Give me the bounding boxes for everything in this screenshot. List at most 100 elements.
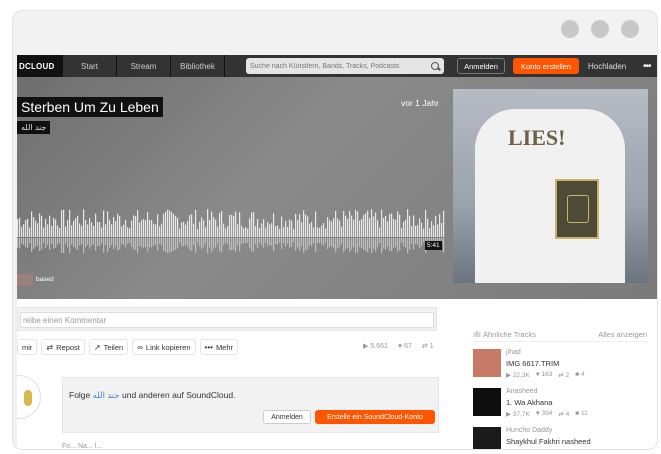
create-account-button[interactable]: Konto erstellen [513,58,579,74]
waveform-reflection-bar [329,238,331,248]
plays-count: 22,3K [512,372,530,379]
waveform-bar [229,214,231,237]
soundcloud-logo[interactable]: DCLOUD [17,55,63,77]
waveform-reflection-bar [169,238,171,253]
waveform-bar [241,225,243,237]
waveform-reflection-bar [279,238,281,243]
window-control-dot[interactable] [561,20,579,38]
waveform-bar [109,219,111,237]
waveform-reflection-bar [249,238,251,249]
waveform-reflection-bar [269,238,271,245]
repost-label: Repost [56,342,80,352]
track-user[interactable]: jihad [506,349,521,356]
waveform-reflection-bar [201,238,203,249]
related-track[interactable]: Anasheed 1. Wa Akhana ▶ 37,7K ♥ 394 ⇄ 4 … [473,388,647,420]
track-artist[interactable]: جند الله [17,121,51,134]
related-track[interactable]: Huncho Daddy Shaykhul Fakhri nasheed [473,427,647,449]
comment-input[interactable]: reibe einen Kommentar [20,312,434,328]
waveform-reflection-bar [405,238,407,248]
waveform-reflection-bar [331,238,333,247]
waveform-bar [217,226,219,237]
waveform-reflection-bar [31,238,33,253]
repost-button[interactable]: ⇄ Repost [41,339,85,355]
waveform-bar [31,211,33,237]
waveform-bar [187,221,189,237]
waveform-reflection-bar [203,238,205,248]
comment-user-label: based [36,276,54,283]
track-name[interactable]: IMG 6617.TRIM [506,359,559,368]
waveform-reflection-bar [263,238,265,248]
waveform-bar [281,216,283,237]
share-button[interactable]: ↗ Teilen [88,339,129,355]
waveform-reflection-bar [55,238,57,248]
waveform-bar [359,220,361,237]
waveform-reflection-bar [21,238,23,244]
waveform-bar [265,227,267,237]
waveform-bar [61,210,63,237]
track-user[interactable]: Huncho Daddy [506,427,552,434]
follow-signup-button[interactable]: Erstelle ein SoundCloud-Konto [315,410,435,424]
waveform-reflection-bar [419,238,421,249]
waveform-bar [353,219,355,237]
track-thumbnail[interactable] [473,388,501,416]
waveform-reflection-bar [357,238,359,253]
waveform-bar [269,224,271,237]
follow-suffix: und anderen auf SoundCloud. [121,390,236,400]
comment-avatar[interactable] [17,274,33,286]
upload-link[interactable]: Hochladen [588,55,626,77]
waveform-reflection-bar [327,238,329,250]
waveform-bar [277,225,279,237]
waveform-bar [307,216,309,237]
related-track[interactable]: jihad IMG 6617.TRIM ▶ 22,3K ♥ 163 ⇄ 2 ■ … [473,349,647,381]
waveform-bar [101,227,103,237]
waveform-bar [19,217,21,237]
waveform[interactable] [17,207,445,263]
nav-stream[interactable]: Stream [117,55,171,77]
reposts-stat: ⇄ 4 [558,411,570,418]
like-button[interactable]: mir [17,339,38,355]
more-button[interactable]: ••• Mehr [199,339,239,355]
track-name[interactable]: Shaykhul Fakhri nasheed [506,437,591,446]
waveform-bar [213,217,215,237]
track-duration: 5:41 [425,241,442,250]
waveform-bar [37,223,39,237]
waveform-reflection-bar [375,238,377,252]
artist-avatar[interactable] [17,375,41,419]
waveform-reflection-bar [293,238,295,243]
waveform-bar [423,228,425,237]
track-user[interactable]: Anasheed [506,388,538,395]
track-name[interactable]: 1. Wa Akhana [506,398,552,407]
search-input[interactable]: Suche nach Künstlern, Bands, Tracks, Pod… [246,58,444,74]
follow-user-link[interactable]: جند الله [93,390,120,400]
show-all-link[interactable]: Alles anzeigen [598,330,647,339]
waveform-reflection-bar [215,238,217,248]
comment-box: reibe einen Kommentar [17,307,437,331]
waveform-reflection-bar [23,238,25,246]
waveform-reflection-bar [301,238,303,247]
nav-start[interactable]: Start [63,55,117,77]
follow-login-button[interactable]: Anmelden [263,410,311,424]
share-label: Teilen [103,342,124,352]
waveform-bar [425,209,427,237]
waveform-reflection-bar [83,238,85,254]
waveform-reflection-bar [243,238,245,243]
waveform-reflection-bar [99,238,101,247]
search-icon[interactable] [431,61,440,71]
waveform-bar [309,223,311,237]
copy-link-button[interactable]: ∞ Link kopieren [132,339,196,355]
waveform-bar [81,225,83,237]
login-button[interactable]: Anmelden [457,58,505,74]
window-control-dot[interactable] [621,20,639,38]
waveform-bar [205,227,207,237]
more-menu-icon[interactable]: ••• [643,55,651,77]
nav-library[interactable]: Bibliothek [171,55,225,77]
waveform-reflection-bar [149,238,151,248]
window-control-dot[interactable] [591,20,609,38]
waveform-reflection-bar [165,238,167,252]
waveform-bar [79,223,81,237]
waveform-bar [319,227,321,237]
waveform-bar [391,213,393,237]
track-thumbnail[interactable] [473,427,501,449]
waveform-bar [63,209,65,237]
track-thumbnail[interactable] [473,349,501,377]
